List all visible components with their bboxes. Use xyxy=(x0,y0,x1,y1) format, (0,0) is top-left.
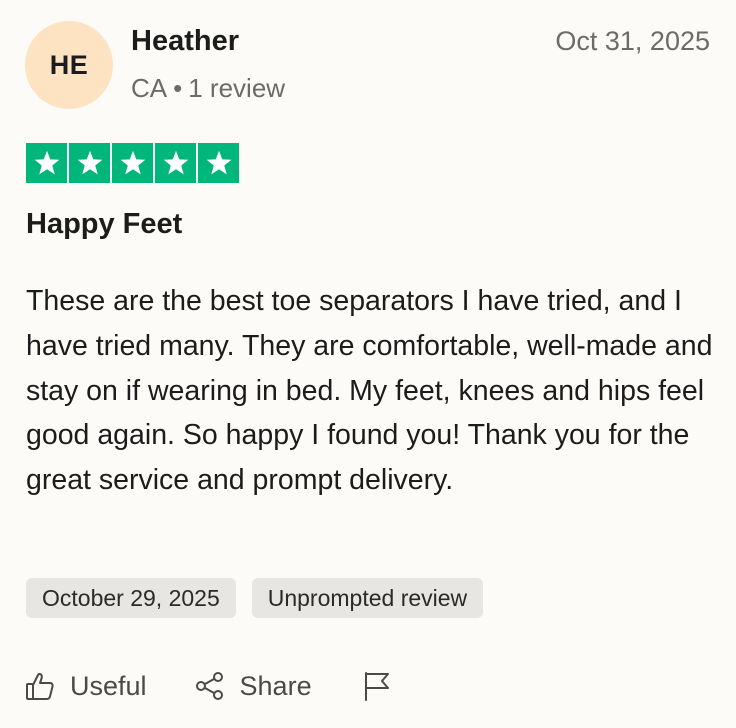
useful-label: Useful xyxy=(70,670,147,701)
useful-button[interactable]: Useful xyxy=(24,670,147,702)
thumbs-up-icon xyxy=(24,670,56,702)
avatar[interactable]: HE xyxy=(25,21,113,109)
reviewer-name[interactable]: Heather xyxy=(131,25,239,58)
report-button[interactable] xyxy=(361,670,393,702)
review-card: HE Heather CA • 1 review Oct 31, 2025 Happ… xyxy=(0,0,736,728)
reviewer-country: CA xyxy=(131,73,168,103)
flag-icon xyxy=(361,670,393,702)
share-label: Share xyxy=(239,670,312,701)
star-icon xyxy=(26,143,67,183)
share-icon xyxy=(194,670,226,702)
meta-separator: • xyxy=(173,73,183,103)
star-icon xyxy=(69,143,110,183)
experience-date-tag: October 29, 2025 xyxy=(26,578,236,618)
avatar-initials: HE xyxy=(49,49,89,80)
star-icon xyxy=(112,143,153,183)
star-rating xyxy=(26,143,239,183)
star-icon xyxy=(198,143,239,183)
reviewer-meta: CA • 1 review xyxy=(131,73,285,104)
star-icon xyxy=(155,143,196,183)
review-body: These are the best toe separators I have… xyxy=(26,285,713,497)
review-actions: Useful Share xyxy=(24,664,393,708)
review-tags: October 29, 2025 Unprompted review xyxy=(26,578,484,618)
review-type-tag[interactable]: Unprompted review xyxy=(251,578,484,618)
share-button[interactable]: Share xyxy=(194,670,312,702)
review-date: Oct 31, 2025 xyxy=(555,26,710,56)
reviewer-review-count: 1 review xyxy=(188,73,286,103)
review-title[interactable]: Happy Feet xyxy=(26,208,182,241)
